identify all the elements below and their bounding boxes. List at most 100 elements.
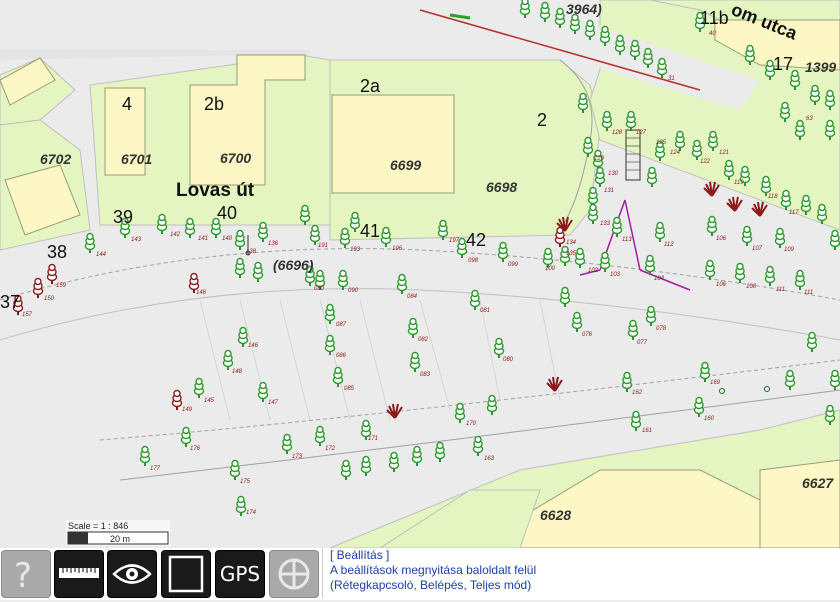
svg-text:087: 087 [336, 322, 347, 328]
svg-text:38: 38 [47, 242, 67, 262]
gps-button[interactable]: GPS [215, 550, 265, 598]
svg-text:103: 103 [610, 272, 621, 278]
svg-text:121: 121 [719, 150, 729, 156]
svg-text:080: 080 [314, 286, 325, 292]
pan-button[interactable] [269, 550, 319, 598]
svg-text:112: 112 [664, 242, 674, 248]
svg-text:176: 176 [190, 446, 201, 452]
svg-text:086: 086 [336, 353, 347, 359]
svg-text:40: 40 [709, 31, 716, 37]
parcel-label: 6627 [802, 475, 834, 491]
svg-text:102: 102 [588, 268, 599, 274]
svg-text:082: 082 [418, 337, 429, 343]
svg-text:106: 106 [716, 282, 727, 288]
parcel-label: 6628 [540, 507, 571, 523]
svg-text:129: 129 [594, 156, 605, 162]
svg-text:142: 142 [170, 232, 181, 238]
svg-text:42: 42 [466, 230, 486, 250]
parcel-label: 6699 [390, 157, 421, 173]
svg-text:136: 136 [268, 241, 279, 247]
svg-text:076: 076 [582, 332, 593, 338]
svg-text:140: 140 [222, 236, 233, 242]
svg-text:40: 40 [217, 203, 237, 223]
parcel-label: 6698 [486, 179, 517, 195]
svg-text:106: 106 [716, 236, 727, 242]
svg-text:197: 197 [449, 238, 460, 244]
svg-text:161: 161 [642, 428, 652, 434]
svg-text:127: 127 [636, 130, 647, 136]
info-line-1: A beállítások megnyitása baloldalt felül [330, 563, 537, 577]
svg-text:?: ? [14, 556, 32, 596]
svg-text:174: 174 [246, 510, 257, 516]
info-line-2: (Rétegkapcsoló, Belépés, Teljes mód) [330, 578, 532, 592]
measure-button[interactable] [54, 550, 104, 598]
crosshair-icon [278, 558, 310, 590]
parcel-label: 1399 [805, 59, 836, 75]
svg-text:084: 084 [407, 294, 418, 300]
scale-label: Scale = 1 : 846 [68, 521, 128, 531]
question-icon: ? [14, 556, 32, 596]
svg-text:146: 146 [196, 290, 207, 296]
svg-text:63: 63 [806, 116, 813, 122]
svg-text:145: 145 [204, 398, 215, 404]
svg-text:160: 160 [704, 416, 715, 422]
parcel-label: 6700 [220, 150, 251, 166]
svg-text:107: 107 [752, 246, 763, 252]
svg-text:17: 17 [773, 54, 793, 74]
svg-text:2: 2 [537, 110, 547, 130]
svg-text:171: 171 [368, 436, 378, 442]
help-button[interactable]: ? [1, 550, 51, 598]
svg-text:081: 081 [480, 308, 490, 314]
svg-text:193: 193 [350, 247, 361, 253]
svg-text:133: 133 [600, 221, 611, 227]
svg-text:170: 170 [466, 421, 477, 427]
svg-text:169: 169 [710, 380, 721, 386]
svg-text:111: 111 [776, 287, 785, 293]
svg-text:111: 111 [804, 290, 813, 296]
parcel-label: 3964) [566, 1, 602, 17]
svg-text:125: 125 [656, 140, 667, 146]
svg-text:191: 191 [318, 243, 328, 249]
svg-text:162: 162 [632, 390, 643, 396]
svg-text:118: 118 [768, 194, 778, 200]
svg-text:109: 109 [784, 247, 795, 253]
svg-text:098: 098 [468, 258, 479, 264]
svg-text:143: 143 [131, 237, 142, 243]
street-label: Lovas út [176, 180, 255, 201]
svg-text:130: 130 [608, 171, 619, 177]
svg-text:159: 159 [56, 283, 67, 289]
settings-link[interactable]: [ Beállítás ] [323, 548, 771, 563]
svg-text:077: 077 [637, 340, 648, 346]
svg-text:141: 141 [198, 236, 208, 242]
svg-text:147: 147 [268, 400, 279, 406]
map-canvas[interactable]: 144 143 142 141 140 138 136 191 193 196 197 098 … [0, 0, 840, 548]
svg-text:11b: 11b [700, 8, 729, 28]
svg-text:2a: 2a [360, 76, 381, 96]
svg-text:134: 134 [566, 240, 577, 246]
svg-text:149: 149 [182, 407, 193, 413]
frame-icon [168, 555, 204, 593]
parcel-label: (6696) [273, 257, 314, 273]
svg-text:148: 148 [232, 369, 243, 375]
ruler-icon [59, 568, 99, 578]
gps-button-label: GPS [219, 562, 261, 586]
svg-text:172: 172 [325, 446, 336, 452]
svg-text:163: 163 [484, 456, 495, 462]
fullscreen-button[interactable] [161, 550, 211, 598]
svg-text:4: 4 [122, 94, 132, 114]
svg-text:108: 108 [746, 284, 757, 290]
svg-text:37: 37 [0, 292, 20, 312]
svg-text:146: 146 [248, 343, 259, 349]
parcel-label: 6702 [40, 151, 71, 167]
svg-text:117: 117 [789, 210, 799, 216]
svg-text:41: 41 [360, 221, 380, 241]
svg-text:135: 135 [566, 251, 577, 257]
svg-text:122: 122 [700, 159, 711, 165]
view-button[interactable] [107, 550, 157, 598]
svg-text:099: 099 [508, 262, 519, 268]
svg-text:113: 113 [622, 237, 632, 243]
svg-text:157: 157 [22, 312, 33, 318]
svg-text:104: 104 [654, 276, 665, 282]
svg-text:124: 124 [670, 150, 681, 156]
scale-bar: Scale = 1 : 846 20 m [66, 520, 170, 546]
